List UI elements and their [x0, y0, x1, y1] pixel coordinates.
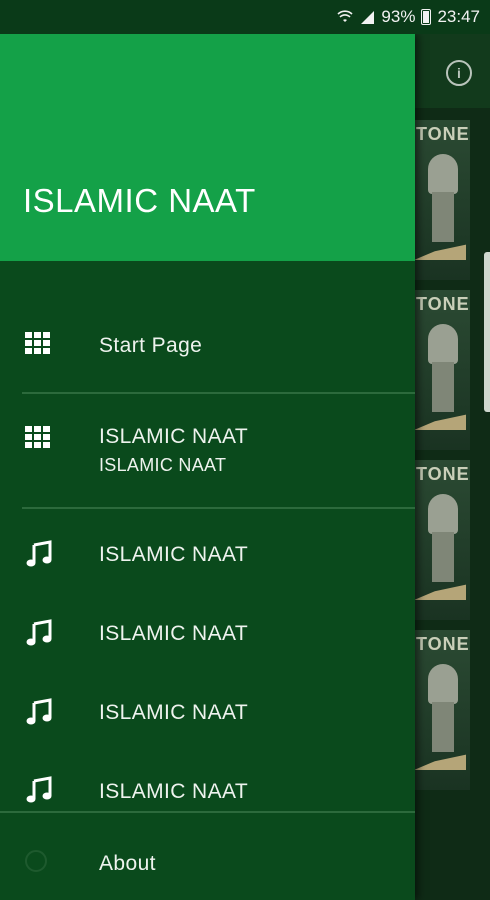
minaret-image — [432, 362, 454, 412]
menu-item-label: About — [99, 852, 156, 875]
divider — [22, 507, 415, 509]
scrollbar[interactable] — [484, 252, 490, 412]
music-note-icon — [25, 698, 53, 726]
battery-percent: 93% — [381, 7, 416, 26]
ringtone-tile[interactable]: TONE — [408, 460, 470, 620]
ringtone-tile[interactable]: TONE — [408, 290, 470, 450]
divider — [0, 811, 415, 813]
minaret-image — [432, 702, 454, 752]
drawer-title: ISLAMIC NAAT — [23, 182, 256, 219]
menu-item-label: ISLAMIC NAAT — [99, 543, 249, 566]
mosque-dome-image — [428, 154, 458, 194]
menu-item-label: ISLAMIC NAAT — [99, 780, 249, 803]
menu-item-song[interactable]: ISLAMIC NAAT — [0, 771, 415, 811]
music-note-icon — [25, 540, 53, 568]
mosque-dome-image — [428, 324, 458, 364]
tile-label: TONE — [416, 124, 470, 144]
status-bar: 93% 23:47 — [0, 0, 490, 34]
mosque-dome-image — [428, 494, 458, 534]
navigation-drawer: ISLAMIC NAAT Start Page ISLAMIC NAAT ISL… — [0, 34, 415, 900]
tile-label: TONE — [416, 464, 470, 484]
menu-item-song[interactable]: ISLAMIC NAAT — [0, 534, 415, 578]
menu-item-song[interactable]: ISLAMIC NAAT — [0, 613, 415, 657]
tile-label: TONE — [416, 634, 470, 654]
menu-item-sublabel: ISLAMIC NAAT — [99, 455, 227, 475]
menu-item-label: ISLAMIC NAAT — [99, 622, 249, 645]
menu-item-label: ISLAMIC NAAT — [99, 701, 249, 724]
wifi-icon — [337, 10, 353, 22]
minaret-image — [432, 192, 454, 242]
battery-icon — [421, 9, 432, 25]
ringtone-tile[interactable]: TONE — [408, 630, 470, 790]
mosque-dome-image — [428, 664, 458, 704]
grid-icon — [25, 426, 53, 454]
menu-item-label: ISLAMIC NAAT — [99, 425, 249, 448]
drawer-header: ISLAMIC NAAT — [0, 34, 415, 261]
clock: 23:47 — [437, 7, 480, 26]
menu-item-label: Start Page — [99, 334, 203, 357]
ringtone-tile[interactable]: TONE — [408, 120, 470, 280]
menu-item-start-page[interactable]: Start Page — [0, 324, 415, 368]
info-icon — [25, 850, 47, 872]
music-note-icon — [25, 619, 53, 647]
grid-icon — [25, 332, 53, 360]
music-note-icon — [25, 776, 53, 804]
info-icon[interactable]: i — [446, 60, 472, 86]
minaret-image — [432, 532, 454, 582]
divider — [22, 392, 415, 394]
menu-item-about[interactable]: About — [0, 842, 415, 886]
signal-icon — [361, 11, 375, 24]
menu-item-song[interactable]: ISLAMIC NAAT — [0, 692, 415, 736]
status-icons: 93% 23:47 — [337, 6, 480, 28]
tile-label: TONE — [416, 294, 470, 314]
menu-item-category[interactable]: ISLAMIC NAAT ISLAMIC NAAT — [0, 420, 415, 480]
